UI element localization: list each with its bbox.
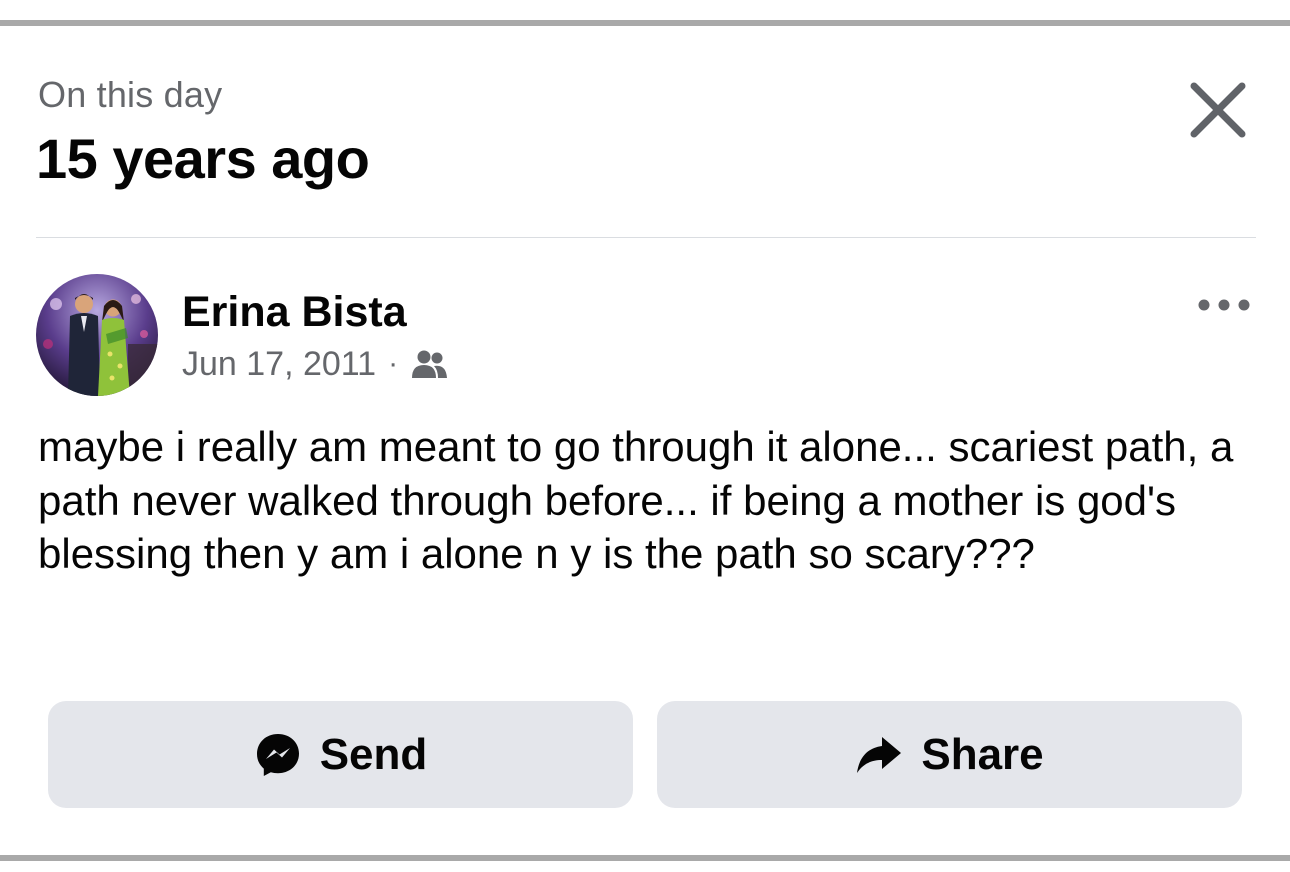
- send-button[interactable]: Send: [48, 701, 633, 808]
- header-divider: [36, 237, 1256, 238]
- share-button[interactable]: Share: [657, 701, 1242, 808]
- memory-headline: 15 years ago: [36, 127, 370, 190]
- avatar[interactable]: [36, 274, 158, 396]
- post-meta: Jun 17, 2011 ·: [182, 344, 448, 384]
- share-label: Share: [921, 729, 1044, 779]
- sheet-top-edge: [0, 20, 1290, 26]
- messenger-icon: [254, 731, 302, 779]
- meta-separator: ·: [388, 347, 399, 380]
- close-icon: [1190, 82, 1246, 138]
- avatar-photo: [36, 274, 158, 396]
- memory-kicker: On this day: [38, 74, 223, 115]
- more-options-button[interactable]: [1196, 290, 1252, 320]
- share-arrow-icon: [855, 731, 903, 779]
- post-author-name[interactable]: Erina Bista: [182, 288, 407, 337]
- send-label: Send: [319, 729, 428, 779]
- sheet-bottom-edge: [0, 855, 1290, 861]
- more-dots-icon: [1198, 299, 1250, 311]
- close-button[interactable]: [1186, 80, 1250, 140]
- memory-card: On this day 15 years ago Erina Bista Jun…: [0, 0, 1290, 872]
- post-text: maybe i really am meant to go through it…: [38, 423, 1234, 577]
- post-date[interactable]: Jun 17, 2011: [182, 345, 376, 384]
- friends-icon[interactable]: [410, 348, 448, 380]
